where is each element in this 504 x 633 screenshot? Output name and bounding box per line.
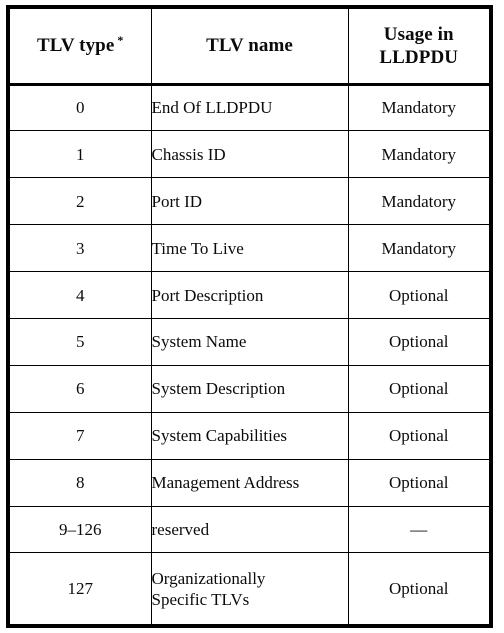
footnote-asterisk-icon: * — [117, 32, 124, 47]
table-row: 1 Chassis ID Mandatory — [8, 130, 491, 179]
table-row: 8 Management Address Optional — [8, 459, 491, 507]
cell-tlv-usage: — — [347, 506, 491, 554]
cell-tlv-type: 5 — [8, 318, 152, 366]
cell-tlv-name: Management Address — [150, 459, 349, 507]
column-header-tlv-type: TLV type * — [8, 7, 152, 86]
table-row: 6 System Description Optional — [8, 365, 491, 413]
cell-tlv-type: 3 — [8, 224, 152, 273]
cell-tlv-usage: Optional — [347, 412, 491, 460]
cell-tlv-usage: Optional — [347, 459, 491, 507]
cell-tlv-name: Time To Live — [150, 224, 349, 273]
cell-tlv-name: System Description — [150, 365, 349, 413]
cell-tlv-name: Chassis ID — [150, 130, 349, 179]
cell-tlv-name-line-2: Specific TLVs — [151, 589, 250, 609]
cell-tlv-type: 7 — [8, 412, 152, 460]
cell-tlv-name-line-1: Organizationally — [151, 568, 266, 588]
table-row: 7 System Capabilities Optional — [8, 412, 491, 460]
cell-tlv-name: reserved — [150, 506, 349, 554]
cell-tlv-name: Organizationally Specific TLVs — [150, 552, 349, 626]
cell-tlv-name: System Capabilities — [150, 412, 349, 460]
table-row: 5 System Name Optional — [8, 318, 491, 366]
column-header-usage-in-lldpdu: Usage in LLDPDU — [347, 7, 491, 86]
cell-tlv-name: End Of LLDPDU — [150, 84, 349, 132]
cell-tlv-name: System Name — [150, 318, 349, 366]
table-row: 9–126 reserved — — [8, 506, 491, 554]
cell-tlv-type: 2 — [8, 177, 152, 226]
table-row: 2 Port ID Mandatory — [8, 177, 491, 226]
table-row: 4 Port Description Optional — [8, 271, 491, 319]
cell-tlv-type: 1 — [8, 130, 152, 179]
table-header-row: TLV type * TLV name Usage in LLDPDU — [8, 7, 491, 86]
table-body: 0 End Of LLDPDU Mandatory 1 Chassis ID M… — [8, 84, 491, 626]
table-header: TLV type * TLV name Usage in LLDPDU — [8, 7, 491, 86]
page-root: TLV type * TLV name Usage in LLDPDU 0 End… — [0, 0, 504, 633]
tlv-type-table: TLV type * TLV name Usage in LLDPDU 0 End… — [6, 5, 493, 628]
cell-tlv-type: 127 — [8, 552, 152, 626]
cell-tlv-usage: Mandatory — [347, 84, 491, 132]
cell-tlv-type: 8 — [8, 459, 152, 507]
cell-tlv-type: 4 — [8, 271, 152, 319]
cell-tlv-usage: Mandatory — [347, 130, 491, 179]
column-header-tlv-name-label: TLV name — [206, 35, 293, 57]
table-row: 0 End Of LLDPDU Mandatory — [8, 84, 491, 132]
tlv-table-container: TLV type * TLV name Usage in LLDPDU 0 End… — [6, 5, 493, 628]
cell-tlv-type: 6 — [8, 365, 152, 413]
cell-tlv-usage: Mandatory — [347, 177, 491, 226]
column-header-tlv-name: TLV name — [150, 7, 349, 86]
column-header-usage-line-1: Usage in — [383, 23, 454, 45]
column-header-tlv-type-label: TLV type — [37, 35, 115, 57]
cell-tlv-usage: Mandatory — [347, 224, 491, 273]
cell-tlv-name: Port ID — [150, 177, 349, 226]
cell-tlv-usage: Optional — [347, 365, 491, 413]
cell-tlv-type: 0 — [8, 84, 152, 132]
cell-tlv-usage: Optional — [347, 552, 491, 626]
table-row: 3 Time To Live Mandatory — [8, 224, 491, 273]
table-row: 127 Organizationally Specific TLVs Optio… — [8, 552, 491, 626]
cell-tlv-type: 9–126 — [8, 506, 152, 554]
cell-tlv-name: Port Description — [150, 271, 349, 319]
column-header-usage-line-2: LLDPDU — [379, 46, 459, 68]
cell-tlv-usage: Optional — [347, 271, 491, 319]
cell-tlv-usage: Optional — [347, 318, 491, 366]
